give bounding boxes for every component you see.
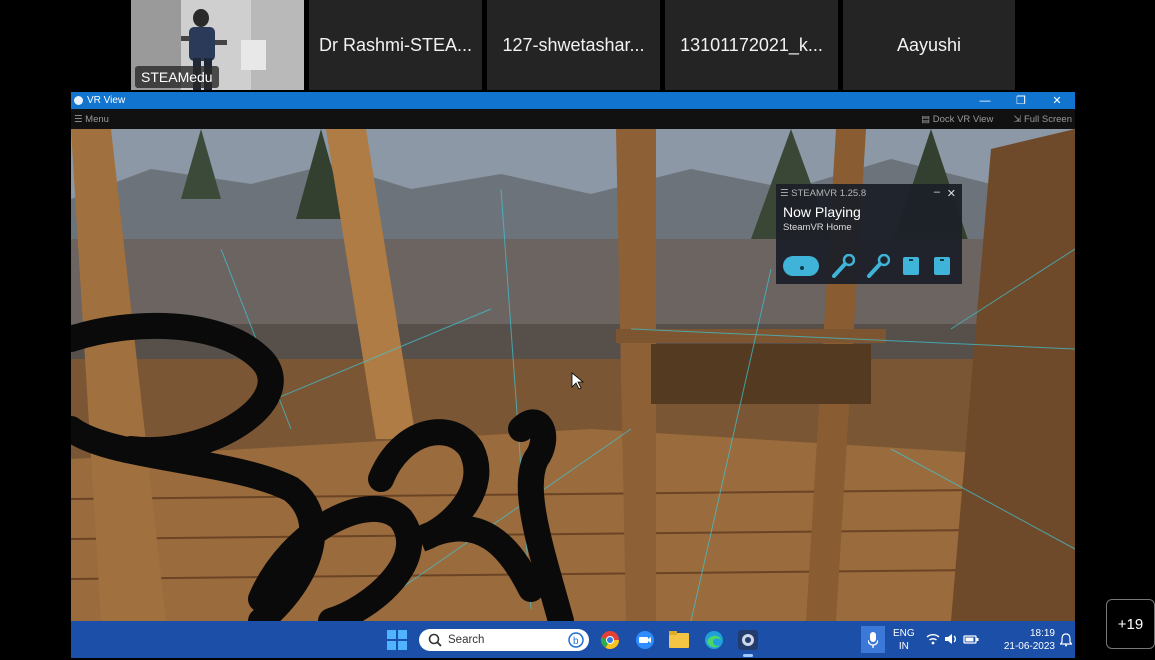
- system-clock[interactable]: 18:19 21-06-2023: [1004, 627, 1055, 653]
- search-icon: [428, 633, 442, 647]
- base-station-2-icon[interactable]: [932, 255, 952, 277]
- fullscreen-label: Full Screen: [1023, 113, 1072, 125]
- participant-tile[interactable]: Aayushi: [843, 0, 1015, 90]
- participant-name: Dr Rashmi-STEA...: [318, 34, 473, 55]
- language-code: ENG: [893, 628, 915, 639]
- notification-bell-icon[interactable]: [1060, 633, 1072, 647]
- zoom-icon[interactable]: [635, 630, 655, 650]
- participant-name: 13101172021_k...: [680, 34, 823, 55]
- close-button[interactable]: ✕: [1039, 92, 1075, 109]
- steamvr-close-button[interactable]: ✕: [947, 187, 956, 200]
- wifi-icon[interactable]: [926, 633, 940, 645]
- participant-tile-video[interactable]: STEAMedu: [131, 0, 304, 90]
- steamvr-menu-icon[interactable]: ☰: [780, 188, 791, 199]
- menu-label: Menu: [85, 113, 109, 125]
- microphone-icon: [868, 631, 878, 648]
- menu-button[interactable]: ☰ Menu: [74, 114, 109, 125]
- file-explorer-icon[interactable]: [668, 630, 690, 650]
- participant-tile[interactable]: 127-shwetashar...: [487, 0, 660, 90]
- language-indicator[interactable]: ENG IN: [893, 627, 915, 653]
- headset-icon[interactable]: [782, 254, 820, 278]
- windows-taskbar: Search b ENG IN 18:19 21-06-2023: [71, 621, 1075, 658]
- clock-time: 18:19: [1029, 628, 1055, 639]
- full-screen-button[interactable]: ⇲ Full Screen: [1013, 114, 1072, 125]
- steamvr-app-icon: [74, 96, 83, 105]
- svg-text:b: b: [573, 636, 579, 647]
- taskbar-search-box[interactable]: Search b: [419, 629, 589, 651]
- minimize-button[interactable]: —: [967, 92, 1003, 109]
- more-participants-count: +19: [1117, 615, 1144, 633]
- more-participants-badge[interactable]: +19: [1106, 599, 1155, 649]
- participant-tile[interactable]: Dr Rashmi-STEA...: [309, 0, 482, 90]
- device-status-row: [782, 254, 952, 278]
- now-playing-app: SteamVR Home: [783, 222, 852, 233]
- steamvr-status-panel[interactable]: ☰ STEAMVR 1.25.8 – ✕ Now Playing SteamVR…: [776, 184, 962, 284]
- edge-icon[interactable]: [704, 630, 724, 650]
- chrome-icon[interactable]: [600, 630, 620, 650]
- window-title: VR View: [87, 95, 126, 106]
- dock-label: Dock VR View: [932, 113, 994, 125]
- input-region: IN: [898, 641, 909, 652]
- dock-vr-view-button[interactable]: ▤ Dock VR View: [921, 114, 993, 125]
- restore-button[interactable]: ❐: [1003, 92, 1039, 109]
- vr-menubar: ☰ Menu ▤ Dock VR View ⇲ Full Screen: [71, 109, 1075, 129]
- participant-name: STEAMedu: [135, 66, 219, 88]
- controller-left-icon[interactable]: [831, 254, 855, 278]
- steamvr-title: STEAMVR 1.25.8: [791, 187, 867, 199]
- battery-icon[interactable]: [963, 633, 979, 645]
- steamvr-icon[interactable]: [738, 630, 758, 650]
- participant-name: 127-shwetashar...: [502, 34, 645, 55]
- windows-start-icon[interactable]: [387, 630, 407, 650]
- volume-icon[interactable]: [944, 633, 958, 645]
- controller-right-icon[interactable]: [866, 254, 890, 278]
- vr-view-window: VR View — ❐ ✕ ☰ Menu ▤ Dock VR View ⇲ Fu…: [71, 92, 1075, 658]
- base-station-1-icon[interactable]: [901, 255, 921, 277]
- search-placeholder: Search: [448, 634, 485, 646]
- participant-tile[interactable]: 13101172021_k...: [665, 0, 838, 90]
- vr-window-titlebar[interactable]: VR View — ❐ ✕: [71, 92, 1075, 109]
- bing-icon[interactable]: b: [568, 632, 584, 648]
- microphone-indicator[interactable]: [861, 626, 885, 653]
- steamvr-minimize-button[interactable]: –: [934, 186, 940, 198]
- clock-date: 21-06-2023: [1003, 641, 1055, 652]
- participant-name: Aayushi: [896, 34, 962, 55]
- meeting-view: STEAMedu Dr Rashmi-STEA... 127-shwetasha…: [0, 0, 1155, 660]
- active-app-indicator: [743, 654, 753, 657]
- now-playing-label: Now Playing: [783, 204, 861, 220]
